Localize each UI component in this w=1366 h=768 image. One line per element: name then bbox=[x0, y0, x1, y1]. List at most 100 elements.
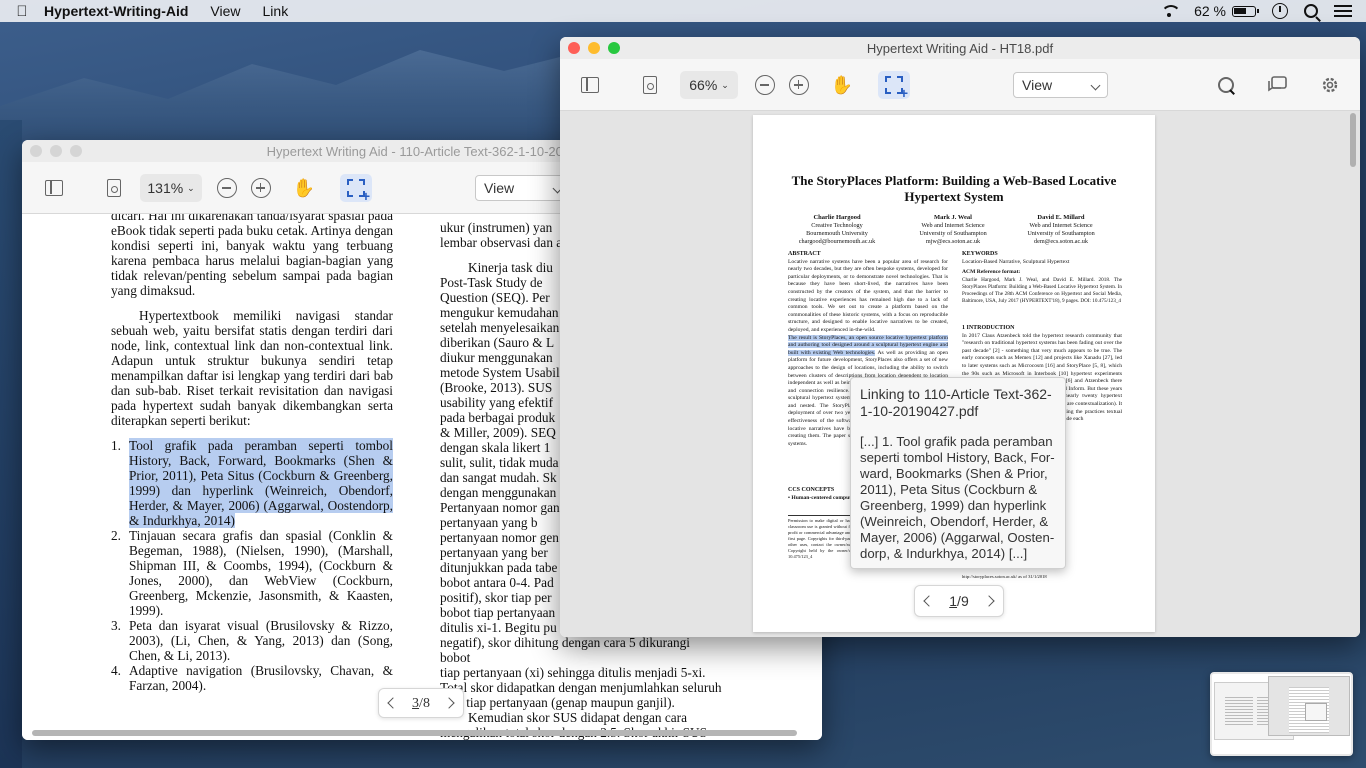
text-line: tiap pertanyaan (xi) sehingga ditulis me… bbox=[440, 665, 706, 680]
text-line: skor tiap pertanyaan (genap maupun ganji… bbox=[440, 695, 675, 710]
zoom-in-button[interactable] bbox=[786, 71, 812, 99]
footnote-url: http://storyplaces.soton.ac.uk/ as of 31… bbox=[962, 574, 1047, 579]
author-block: David E. Millard Web and Internet Science… bbox=[1027, 214, 1095, 245]
menu-view[interactable]: View bbox=[210, 3, 240, 19]
link-preview-tooltip[interactable]: Linking to 110-Article Text-362-1-10-201… bbox=[850, 377, 1066, 569]
left-column: dicari. Hal ini dikarenakan tanda/isyara… bbox=[111, 214, 393, 693]
menu-link[interactable]: Link bbox=[263, 3, 289, 19]
chevron-left-icon[interactable] bbox=[923, 595, 935, 607]
paragraph: dicari. Hal ini dikarenakan tanda/isyara… bbox=[111, 214, 393, 298]
left-window-title: Hypertext Writing Aid - 110-Article Text… bbox=[266, 143, 578, 159]
thumbnail-right-window bbox=[1268, 676, 1350, 736]
highlighted-link-text[interactable]: Tool grafik pada peramban seperti tombol… bbox=[129, 438, 393, 528]
text-line: negatif), skor dihitung dengan cara 5 di… bbox=[440, 635, 690, 665]
text-line: Total skor didapatkan dengan menjumlahka… bbox=[440, 680, 722, 695]
chevron-left-icon[interactable] bbox=[387, 697, 399, 709]
view-select[interactable]: View bbox=[475, 175, 570, 201]
selection-icon bbox=[885, 76, 908, 101]
comments-icon bbox=[1268, 76, 1287, 92]
zoom-out-button[interactable] bbox=[752, 71, 778, 99]
document-settings-button[interactable] bbox=[636, 71, 664, 99]
notification-center-icon[interactable] bbox=[1334, 4, 1352, 18]
author-block: Mark J. Weal Web and Internet Science Univ… bbox=[919, 214, 987, 245]
view-select[interactable]: View bbox=[1013, 72, 1108, 98]
chevron-right-icon[interactable] bbox=[443, 697, 455, 709]
horizontal-scrollbar[interactable] bbox=[32, 730, 797, 736]
close-button[interactable] bbox=[568, 42, 580, 54]
right-page-navigator: 1/9 bbox=[914, 585, 1004, 617]
zoom-level: 131% bbox=[147, 180, 184, 196]
right-pdf-window: Hypertext Writing Aid - HT18.pdf 66% ⌄ ✋… bbox=[560, 37, 1360, 637]
zoom-button[interactable] bbox=[608, 42, 620, 54]
vertical-scrollbar[interactable] bbox=[1350, 113, 1356, 167]
hand-tool-button[interactable]: ✋ bbox=[290, 174, 318, 202]
hand-icon: ✋ bbox=[830, 74, 854, 95]
spotlight-search-icon[interactable] bbox=[1304, 4, 1318, 18]
sidebar-icon bbox=[45, 180, 63, 196]
window-preview-thumbnail[interactable] bbox=[1210, 672, 1353, 756]
battery-icon bbox=[1232, 5, 1259, 17]
comments-button[interactable] bbox=[1264, 71, 1292, 99]
document-settings-button[interactable] bbox=[100, 174, 128, 202]
minus-circle-icon bbox=[217, 178, 237, 198]
selection-icon bbox=[347, 179, 370, 204]
zoom-level-select[interactable]: 131% ⌄ bbox=[140, 174, 202, 202]
sidebar-toggle-button[interactable] bbox=[40, 174, 68, 202]
minimize-button[interactable] bbox=[50, 145, 62, 157]
clock-icon[interactable] bbox=[1272, 3, 1288, 19]
menu-bar:  Hypertext-Writing-Aid View Link 62 % bbox=[0, 0, 1366, 22]
chevron-right-icon[interactable] bbox=[983, 595, 995, 607]
view-select-label: View bbox=[1022, 77, 1053, 93]
page-current[interactable]: 1 bbox=[949, 593, 957, 609]
search-icon bbox=[1218, 77, 1234, 93]
hand-icon: ✋ bbox=[292, 177, 316, 198]
list-item: 2. Tinjauan secara grafis dan spasial (Co… bbox=[111, 528, 393, 618]
search-button[interactable] bbox=[1212, 71, 1240, 99]
minus-circle-icon bbox=[755, 75, 775, 95]
desktop-wallpaper-sea bbox=[0, 120, 22, 768]
chevron-down-icon bbox=[1090, 80, 1101, 91]
wifi-icon[interactable] bbox=[1160, 4, 1182, 18]
battery-percent: 62 % bbox=[1194, 3, 1226, 19]
tooltip-excerpt: [...] 1. Tool grafik pada peramban seper… bbox=[860, 434, 1055, 561]
page-total: 8 bbox=[422, 695, 430, 711]
battery-status[interactable]: 62 % bbox=[1194, 3, 1259, 19]
page-current[interactable]: 3 bbox=[412, 696, 419, 711]
revisitation-list: 1. Tool grafik pada peramban seperti tomb… bbox=[111, 438, 393, 693]
gear-icon bbox=[1322, 77, 1338, 93]
list-item: 3. Peta dan isyarat visual (Brusilovsky &… bbox=[111, 618, 393, 663]
plus-circle-icon bbox=[789, 75, 809, 95]
text-line: Kemudian skor SUS didapat dengan cara bbox=[468, 710, 687, 725]
view-select-label: View bbox=[484, 180, 515, 196]
list-item[interactable]: 1. Tool grafik pada peramban seperti tomb… bbox=[111, 438, 393, 528]
close-button[interactable] bbox=[30, 145, 42, 157]
paper-title: The StoryPlaces Platform: Building a Web… bbox=[791, 173, 1117, 204]
right-toolbar: 66% ⌄ ✋ View bbox=[560, 59, 1360, 111]
document-gear-icon bbox=[107, 179, 121, 197]
selection-tool-button[interactable] bbox=[340, 174, 372, 204]
keywords-section: KEYWORDS Location-Based Narrative, Sculp… bbox=[962, 251, 1122, 304]
right-document-view[interactable]: The StoryPlaces Platform: Building a Web… bbox=[560, 111, 1360, 637]
zoom-level: 66% bbox=[689, 77, 718, 93]
author-block: Charlie Hargood Creative Technology Bourne… bbox=[798, 214, 876, 245]
zoom-in-button[interactable] bbox=[248, 174, 274, 202]
left-page-navigator: 3/8 bbox=[378, 688, 464, 718]
app-menu[interactable]: Hypertext-Writing-Aid bbox=[44, 3, 188, 19]
list-item: 4. Adaptive navigation (Brusilovsky, Chav… bbox=[111, 663, 393, 693]
apple-menu-icon[interactable]:  bbox=[0, 3, 44, 20]
zoom-out-button[interactable] bbox=[214, 174, 240, 202]
document-gear-icon bbox=[643, 76, 657, 94]
selection-tool-button[interactable] bbox=[878, 71, 910, 101]
sidebar-icon bbox=[581, 77, 599, 93]
zoom-level-select[interactable]: 66% ⌄ bbox=[680, 71, 738, 99]
settings-button[interactable] bbox=[1316, 71, 1344, 99]
plus-circle-icon bbox=[251, 178, 271, 198]
page-total: 9 bbox=[960, 593, 969, 609]
zoom-button[interactable] bbox=[70, 145, 82, 157]
tooltip-title: Linking to 110-Article Text-362-1-10-201… bbox=[860, 386, 1052, 419]
minimize-button[interactable] bbox=[588, 42, 600, 54]
right-window-title: Hypertext Writing Aid - HT18.pdf bbox=[866, 40, 1054, 56]
right-window-titlebar[interactable]: Hypertext Writing Aid - HT18.pdf bbox=[560, 37, 1360, 59]
hand-tool-button[interactable]: ✋ bbox=[828, 71, 856, 99]
sidebar-toggle-button[interactable] bbox=[576, 71, 604, 99]
